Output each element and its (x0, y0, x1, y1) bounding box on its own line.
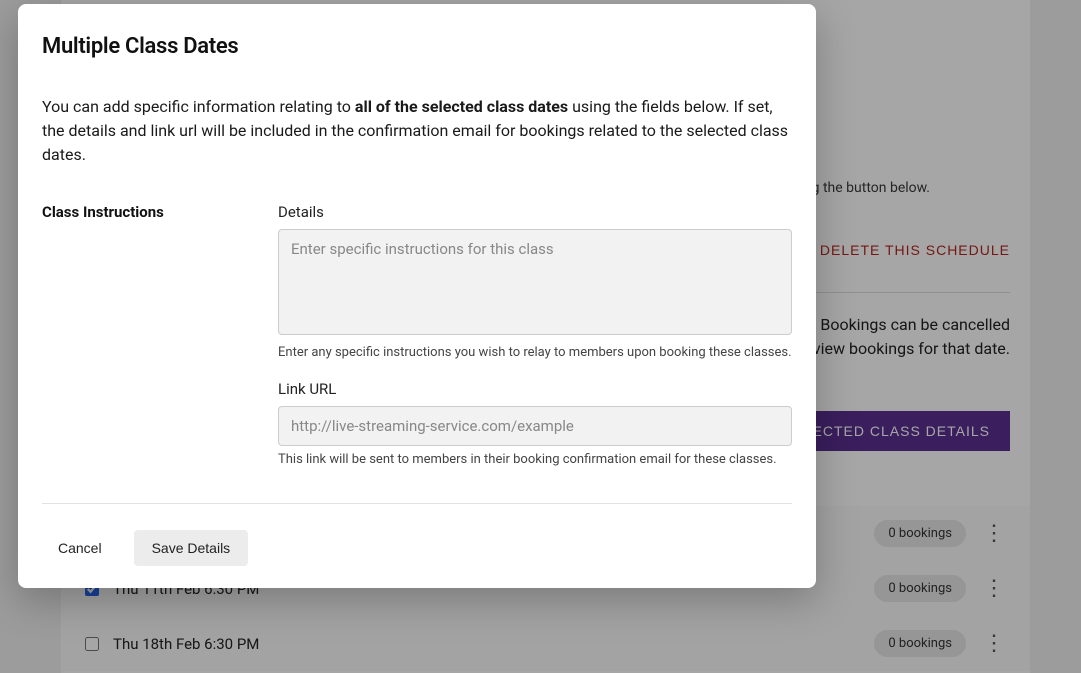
details-label: Details (278, 203, 792, 221)
details-help: Enter any specific instructions you wish… (278, 345, 792, 360)
modal-divider (42, 503, 792, 504)
cancel-button[interactable]: Cancel (42, 530, 118, 566)
details-textarea[interactable] (278, 229, 792, 335)
modal-footer: Cancel Save Details (42, 530, 792, 566)
multiple-class-dates-modal: Multiple Class Dates You can add specifi… (18, 4, 816, 588)
modal-title: Multiple Class Dates (42, 34, 792, 59)
link-url-help: This link will be sent to members in the… (278, 452, 792, 467)
save-details-button[interactable]: Save Details (134, 530, 249, 566)
link-url-label: Link URL (278, 380, 792, 398)
section-heading: Class Instructions (42, 203, 242, 467)
link-url-input[interactable] (278, 406, 792, 446)
modal-intro: You can add specific information relatin… (42, 95, 792, 167)
